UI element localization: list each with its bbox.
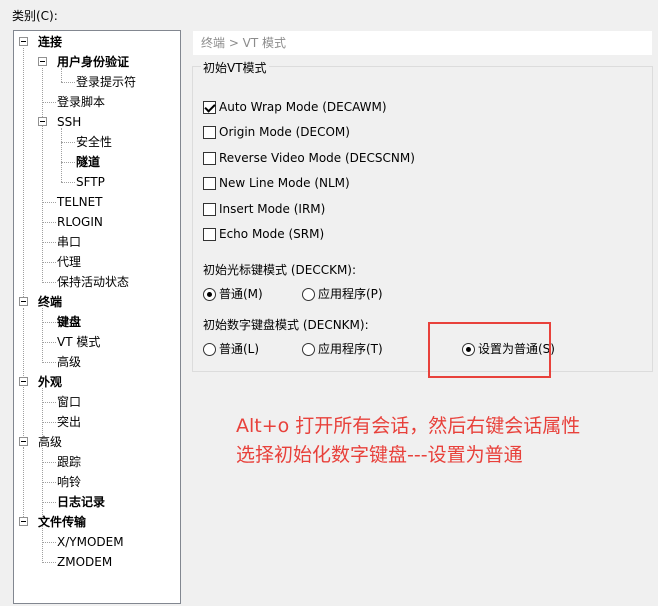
collapse-icon[interactable] bbox=[38, 57, 47, 66]
tree-item-login-script[interactable]: 登录脚本 bbox=[57, 93, 105, 111]
annotation-line-1: Alt+o 打开所有会话，然后右键会话属性 bbox=[236, 415, 581, 437]
tree-item-xymodem[interactable]: X/YMODEM bbox=[57, 533, 124, 551]
radio-keypad-normal[interactable]: 普通(L) bbox=[203, 340, 259, 358]
tree-item-security[interactable]: 安全性 bbox=[76, 133, 112, 151]
tree-item-zmodem[interactable]: ZMODEM bbox=[57, 553, 112, 571]
tree-item-proxy[interactable]: 代理 bbox=[57, 253, 81, 271]
tree-item-advanced[interactable]: 高级 bbox=[57, 353, 81, 371]
tree-item-trace[interactable]: 跟踪 bbox=[57, 453, 81, 471]
radio-keypad-application[interactable]: 应用程序(T) bbox=[302, 340, 383, 358]
cursor-keys-mode-label: 初始光标键模式 (DECCKM): bbox=[203, 263, 357, 277]
tree-item-tunnel[interactable]: 隧道 bbox=[76, 153, 100, 171]
keypad-mode-label: 初始数字键盘模式 (DECNKM): bbox=[203, 318, 369, 332]
checkbox-checked-icon[interactable] bbox=[203, 101, 216, 114]
checkbox-icon[interactable] bbox=[203, 126, 216, 139]
annotation-line-2: 选择初始化数字键盘---设置为普通 bbox=[236, 444, 523, 466]
tree-item-sftp[interactable]: SFTP bbox=[76, 173, 105, 191]
tree-item-telnet[interactable]: TELNET bbox=[57, 193, 103, 211]
checkbox-icon[interactable] bbox=[203, 177, 216, 190]
collapse-icon[interactable] bbox=[19, 297, 28, 306]
breadcrumb: 终端 > VT 模式 bbox=[192, 30, 653, 56]
highlight-annotation-box bbox=[428, 322, 551, 378]
radio-selected-icon[interactable] bbox=[203, 288, 216, 301]
tree-item-keepalive[interactable]: 保持活动状态 bbox=[57, 273, 129, 291]
checkbox-decscnm[interactable]: Reverse Video Mode (DECSCNM) bbox=[203, 149, 415, 167]
tree-item-vt-mode[interactable]: VT 模式 bbox=[57, 333, 100, 351]
checkbox-srm[interactable]: Echo Mode (SRM) bbox=[203, 225, 324, 243]
tree-item-serial[interactable]: 串口 bbox=[57, 233, 81, 251]
annotation-text: Alt+o 打开所有会话，然后右键会话属性 选择初始化数字键盘---设置为普通 bbox=[236, 412, 646, 470]
tree-item-login-prompt[interactable]: 登录提示符 bbox=[76, 73, 136, 91]
collapse-icon[interactable] bbox=[38, 117, 47, 126]
tree-item-window[interactable]: 窗口 bbox=[57, 393, 81, 411]
tree-item-highlight[interactable]: 突出 bbox=[57, 413, 81, 431]
tree-item-keyboard[interactable]: 键盘 bbox=[57, 313, 81, 331]
checkbox-icon[interactable] bbox=[203, 203, 216, 216]
tree-item-rlogin[interactable]: RLOGIN bbox=[57, 213, 103, 231]
collapse-icon[interactable] bbox=[19, 517, 28, 526]
checkbox-irm[interactable]: Insert Mode (IRM) bbox=[203, 200, 325, 218]
group-title: 初始VT模式 bbox=[201, 59, 269, 76]
collapse-icon[interactable] bbox=[19, 437, 28, 446]
checkbox-icon[interactable] bbox=[203, 152, 216, 165]
checkbox-decom[interactable]: Origin Mode (DECOM) bbox=[203, 123, 350, 141]
checkbox-nlm[interactable]: New Line Mode (NLM) bbox=[203, 174, 350, 192]
radio-icon[interactable] bbox=[302, 343, 315, 356]
radio-cursor-application[interactable]: 应用程序(P) bbox=[302, 285, 383, 303]
checkbox-icon[interactable] bbox=[203, 228, 216, 241]
collapse-icon[interactable] bbox=[19, 37, 28, 46]
category-label: 类别(C): bbox=[12, 9, 58, 23]
initial-vt-mode-group: 初始VT模式 Auto Wrap Mode (DECAWM) Origin Mo… bbox=[192, 59, 653, 372]
checkbox-decawm[interactable]: Auto Wrap Mode (DECAWM) bbox=[203, 98, 387, 116]
tree-item-bell[interactable]: 响铃 bbox=[57, 473, 81, 491]
radio-cursor-normal[interactable]: 普通(M) bbox=[203, 285, 263, 303]
radio-icon[interactable] bbox=[302, 288, 315, 301]
tree-item-log[interactable]: 日志记录 bbox=[57, 493, 105, 511]
collapse-icon[interactable] bbox=[19, 377, 28, 386]
category-tree[interactable]: 连接 用户身份验证 登录提示符 登录脚本 SSH 安全性 隧道 SFTP TEL… bbox=[13, 30, 181, 604]
radio-icon[interactable] bbox=[203, 343, 216, 356]
